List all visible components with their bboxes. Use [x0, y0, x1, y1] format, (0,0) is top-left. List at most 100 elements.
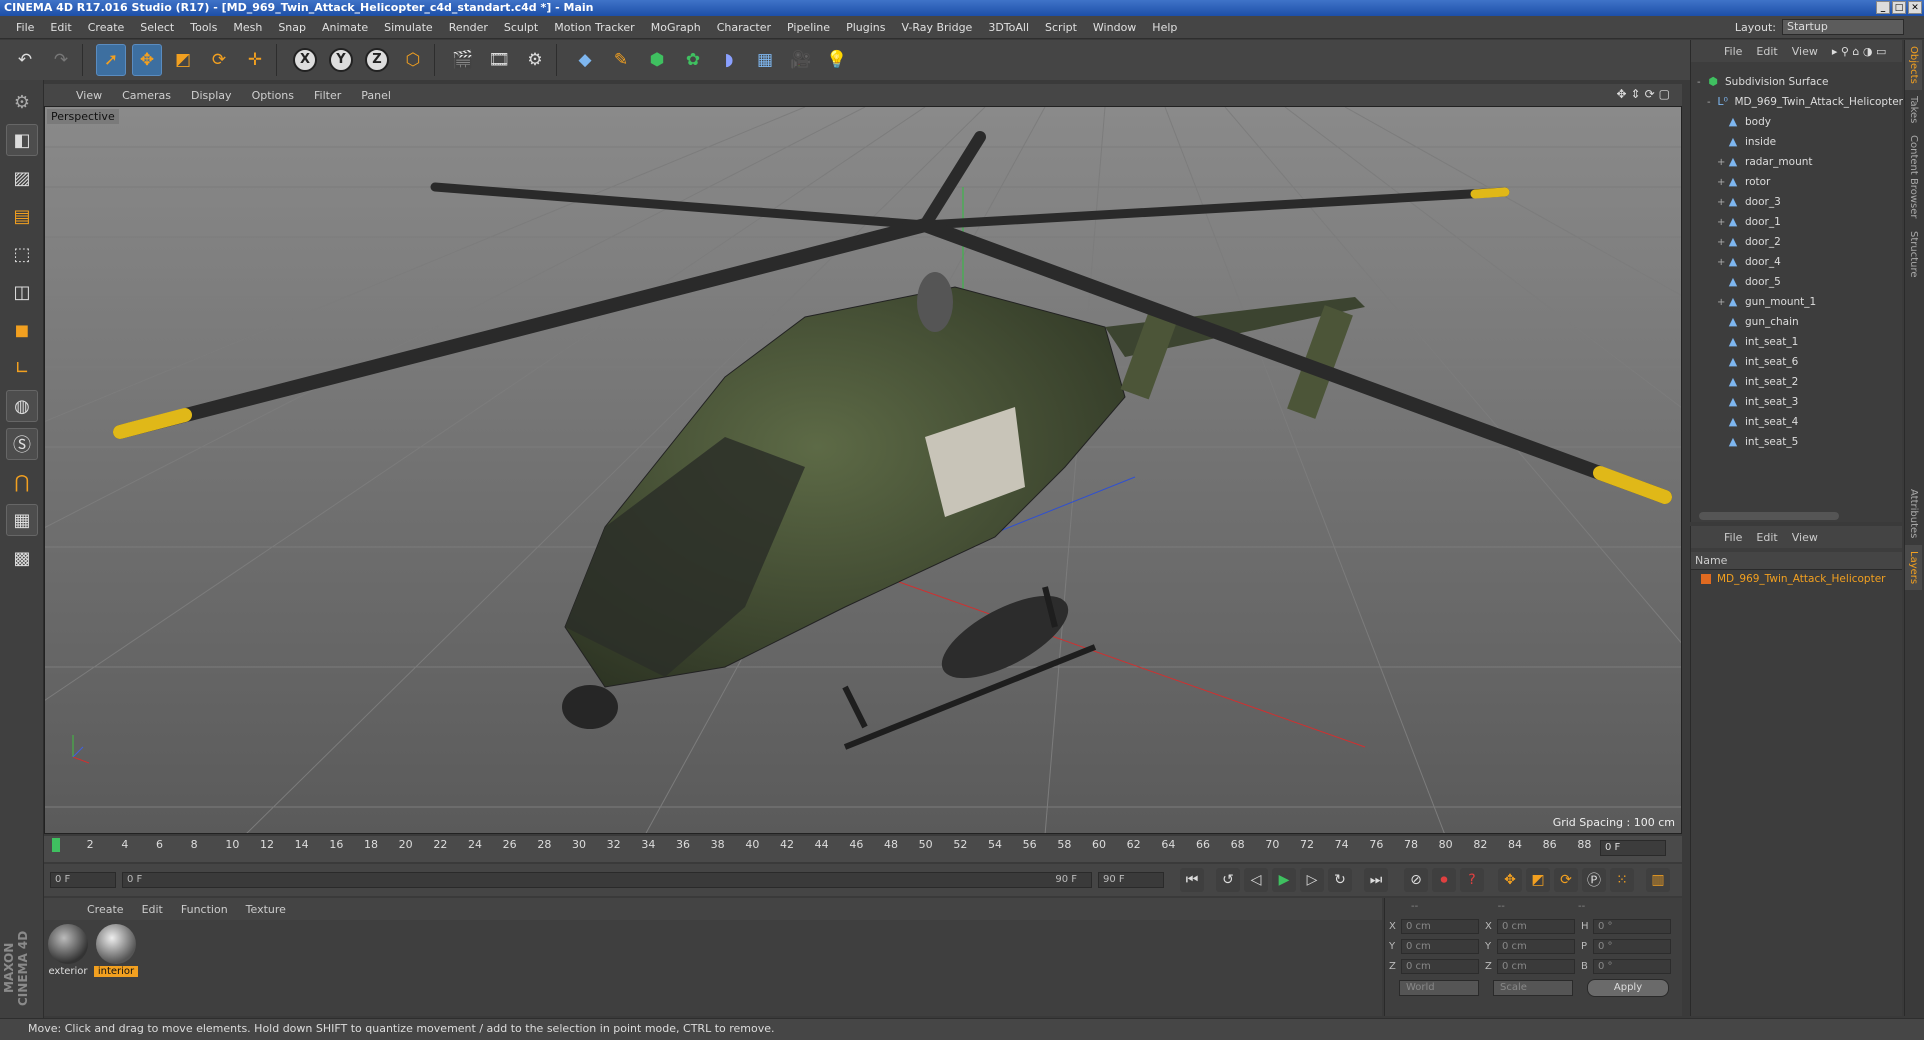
axis-mode-icon[interactable]: ∟	[6, 352, 38, 384]
material-menu-texture[interactable]: Texture	[237, 903, 295, 916]
z-axis-lock[interactable]: Z	[362, 44, 392, 76]
expand-toggle[interactable]: -	[1707, 97, 1717, 108]
rotation-b-field[interactable]: 0 °	[1593, 958, 1671, 974]
goto-next-key-icon[interactable]: ↻	[1328, 868, 1352, 892]
goto-start-icon[interactable]: ⏮	[1180, 868, 1204, 892]
3d-viewport[interactable]: Perspective Grid Spacing : 100 cm	[44, 106, 1682, 834]
object-tree-item[interactable]: + ▲ gun_mount_1	[1691, 292, 1903, 312]
tab-takes[interactable]: Takes	[1905, 90, 1922, 129]
snap-icon[interactable]: Ⓢ	[6, 428, 38, 460]
viewport-menu-options[interactable]: Options	[242, 89, 304, 102]
render-view-icon[interactable]: 🎬	[448, 44, 478, 76]
menu-3dtoall[interactable]: 3DToAll	[980, 21, 1037, 34]
redo-icon[interactable]: ↷	[46, 44, 76, 76]
material-menu-edit[interactable]: Edit	[133, 903, 172, 916]
position-x-field[interactable]: 0 cm	[1401, 918, 1479, 934]
menu-help[interactable]: Help	[1144, 21, 1185, 34]
timeline-frame-field[interactable]: 0 F	[1600, 840, 1666, 856]
material-interior[interactable]: interior	[94, 924, 138, 977]
viewport-nav-icons[interactable]: ✥⇕⟳▢	[1616, 87, 1674, 101]
object-tree-item[interactable]: + ▲ door_3	[1691, 192, 1903, 212]
menu-simulate[interactable]: Simulate	[376, 21, 441, 34]
menu-animate[interactable]: Animate	[314, 21, 376, 34]
viewport-menu-panel[interactable]: Panel	[351, 89, 401, 102]
object-tree-item[interactable]: ▲ int_seat_5	[1691, 432, 1903, 452]
size-x-field[interactable]: 0 cm	[1497, 918, 1575, 934]
menu-script[interactable]: Script	[1037, 21, 1085, 34]
light-icon[interactable]: 💡	[822, 44, 852, 76]
expand-toggle[interactable]: +	[1717, 197, 1727, 208]
object-tree-item[interactable]: - L⁰ MD_969_Twin_Attack_Helicopter	[1691, 92, 1903, 112]
magnet-icon[interactable]: ⋂	[6, 466, 38, 498]
object-tree-item[interactable]: ▲ int_seat_3	[1691, 392, 1903, 412]
cube-primitive-icon[interactable]: ◆	[570, 44, 600, 76]
menu-select[interactable]: Select	[132, 21, 182, 34]
expand-toggle[interactable]: -	[1697, 77, 1707, 88]
timeline-window-icon[interactable]: ▥	[1646, 868, 1670, 892]
transform-tool-icon[interactable]: ✛	[240, 44, 270, 76]
keyframe-selection-icon[interactable]: ⊘	[1404, 868, 1428, 892]
model-mode-icon[interactable]: ◧	[6, 124, 38, 156]
rotation-h-field[interactable]: 0 °	[1593, 918, 1671, 934]
object-tree-item[interactable]: + ▲ rotor	[1691, 172, 1903, 192]
object-tree-item[interactable]: ▲ int_seat_4	[1691, 412, 1903, 432]
x-axis-lock[interactable]: X	[290, 44, 320, 76]
menu-vray-bridge[interactable]: V-Ray Bridge	[893, 21, 980, 34]
record-keyframe-icon[interactable]: ⏺	[1432, 868, 1456, 892]
expand-toggle[interactable]: +	[1717, 177, 1727, 188]
render-picture-viewer-icon[interactable]: 🎞	[484, 44, 514, 76]
menu-sculpt[interactable]: Sculpt	[496, 21, 546, 34]
cloner-icon[interactable]: ✿	[678, 44, 708, 76]
layout-dropdown[interactable]: Startup	[1782, 19, 1904, 35]
key-position-icon[interactable]: ✥	[1498, 868, 1522, 892]
viewport-menu-display[interactable]: Display	[181, 89, 242, 102]
scale-tool-icon[interactable]: ◩	[168, 44, 198, 76]
close-button[interactable]: ✕	[1908, 1, 1922, 14]
object-tree-item[interactable]: ▲ int_seat_6	[1691, 352, 1903, 372]
menu-file[interactable]: File	[8, 21, 42, 34]
tab-structure[interactable]: Structure	[1905, 225, 1922, 284]
deformer-icon[interactable]: ◗	[714, 44, 744, 76]
points-mode-icon[interactable]: ⬚	[6, 238, 38, 270]
play-icon[interactable]: ▶	[1272, 868, 1296, 892]
expand-toggle[interactable]: +	[1717, 237, 1727, 248]
goto-end-icon[interactable]: ⏭	[1364, 868, 1388, 892]
key-pla-icon[interactable]: ⁙	[1610, 868, 1634, 892]
object-tree-item[interactable]: ▲ int_seat_1	[1691, 332, 1903, 352]
object-tree-item[interactable]: ▲ gun_chain	[1691, 312, 1903, 332]
minimize-button[interactable]: _	[1876, 1, 1890, 14]
edges-mode-icon[interactable]: ◫	[6, 276, 38, 308]
max-frame-field[interactable]: 90 F	[1098, 872, 1164, 888]
object-menu-edit[interactable]: Edit	[1749, 45, 1784, 58]
move-tool-icon[interactable]: ✥	[132, 44, 162, 76]
y-axis-lock[interactable]: Y	[326, 44, 356, 76]
object-tree-item[interactable]: + ▲ door_4	[1691, 252, 1903, 272]
size-y-field[interactable]: 0 cm	[1497, 938, 1575, 954]
layer-menu-edit[interactable]: Edit	[1749, 531, 1784, 544]
workplane-icon[interactable]: ▤	[6, 200, 38, 232]
menu-motion-tracker[interactable]: Motion Tracker	[546, 21, 642, 34]
menu-snap[interactable]: Snap	[270, 21, 314, 34]
position-y-field[interactable]: 0 cm	[1401, 938, 1479, 954]
current-frame-field[interactable]: 0 F	[50, 872, 116, 888]
object-scrollbar[interactable]	[1699, 512, 1839, 520]
texture-mode-icon[interactable]: ▨	[6, 162, 38, 194]
rotation-p-field[interactable]: 0 °	[1593, 938, 1671, 954]
render-settings-icon[interactable]: ⚙	[520, 44, 550, 76]
expand-toggle[interactable]: +	[1717, 157, 1727, 168]
camera-icon[interactable]: 🎥	[786, 44, 816, 76]
object-menu-view[interactable]: View	[1785, 45, 1825, 58]
object-tree-item[interactable]: - ⬢ Subdivision Surface	[1691, 72, 1903, 92]
object-tree-item[interactable]: ▲ int_seat_2	[1691, 372, 1903, 392]
layer-menu-file[interactable]: File	[1717, 531, 1749, 544]
scale-dropdown[interactable]: Scale	[1493, 980, 1573, 996]
object-menu-file[interactable]: File	[1717, 45, 1749, 58]
object-tree-item[interactable]: ▲ door_5	[1691, 272, 1903, 292]
menu-plugins[interactable]: Plugins	[838, 21, 893, 34]
floor-icon[interactable]: ▦	[750, 44, 780, 76]
key-rotation-icon[interactable]: ⟳	[1554, 868, 1578, 892]
viewport-menu-view[interactable]: View	[66, 89, 112, 102]
viewport-menu-cameras[interactable]: Cameras	[112, 89, 181, 102]
layer-item[interactable]: MD_969_Twin_Attack_Helicopter	[1691, 570, 1902, 588]
layer-menu-view[interactable]: View	[1785, 531, 1825, 544]
